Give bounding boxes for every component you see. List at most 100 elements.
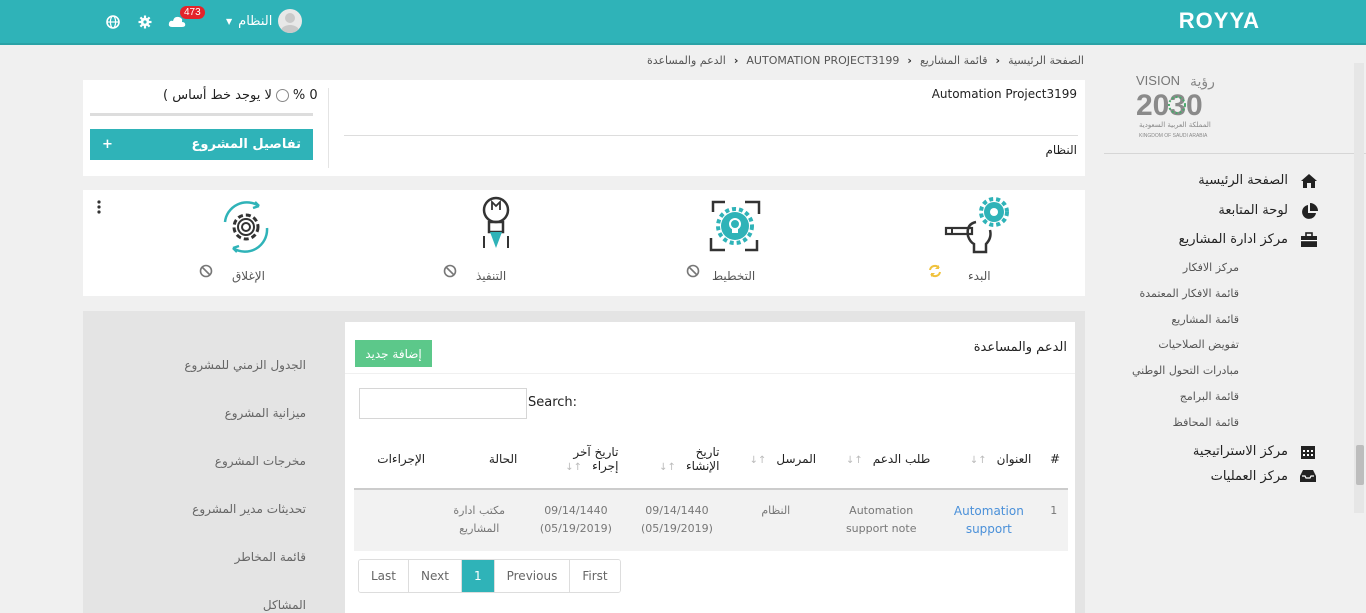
column-header-request[interactable]: طلب الدعم↑↓ bbox=[824, 430, 939, 490]
notification-badge: 473 bbox=[180, 6, 205, 19]
calendar-icon bbox=[1300, 444, 1318, 462]
project-menu-item-timeline[interactable]: الجدول الزمني للمشروع bbox=[184, 358, 306, 372]
project-menu-item-issues[interactable]: المشاكل bbox=[263, 598, 306, 612]
logo-ar: رؤية bbox=[1190, 74, 1215, 90]
gear-lightbulb-icon[interactable] bbox=[944, 192, 1012, 260]
sidebar-subitem-approved-ideas[interactable]: قائمة الافكار المعتمدة bbox=[1139, 287, 1239, 300]
cell-number: 1 bbox=[1039, 489, 1068, 551]
column-header-created[interactable]: تاريخ الإنشاء↑↓ bbox=[626, 430, 728, 490]
user-menu[interactable]: ▼ النظام bbox=[226, 9, 303, 33]
gear-icon[interactable] bbox=[136, 13, 154, 31]
column-header-title[interactable]: العنوان↑↓ bbox=[938, 430, 1040, 490]
top-bar: ROYYA 473 ▼ النظام bbox=[0, 0, 1366, 45]
project-owner: النظام bbox=[1045, 143, 1077, 157]
cell-created: 09/14/1440 (05/19/2019) bbox=[626, 489, 728, 551]
vision-2030-logo: VISION رؤية 2030 المملكة العربية السعودي… bbox=[1136, 69, 1236, 141]
sidebar-item-projects-center[interactable]: مركز ادارة المشاريع bbox=[1179, 232, 1317, 247]
svg-text:المملكة العربية السعودية: المملكة العربية السعودية bbox=[1139, 121, 1211, 129]
sidebar-scroll-thumb[interactable] bbox=[1356, 445, 1364, 485]
sidebar-subitem-portfolios[interactable]: قائمة المحافظ bbox=[1173, 416, 1239, 429]
breadcrumb-current: الدعم والمساعدة bbox=[646, 54, 726, 67]
gear-cycle-icon[interactable] bbox=[211, 192, 279, 260]
sidebar-item-label: الصفحة الرئيسية bbox=[1198, 173, 1288, 188]
pager-next[interactable]: Next bbox=[409, 560, 462, 592]
sidebar-item-home[interactable]: الصفحة الرئيسية bbox=[1198, 173, 1317, 188]
baseline-radio[interactable] bbox=[275, 89, 289, 102]
pagination: Last Next 1 Previous First bbox=[358, 559, 621, 593]
sidebar: VISION رؤية 2030 المملكة العربية السعودي… bbox=[1104, 45, 1366, 613]
project-menu-item-budget[interactable]: ميزانية المشروع bbox=[225, 406, 306, 420]
caret-down-icon: ▼ bbox=[226, 16, 233, 26]
sidebar-item-label: لوحة المتابعة bbox=[1218, 203, 1288, 218]
project-menu: الجدول الزمني للمشروع ميزانية المشروع مخ… bbox=[83, 311, 333, 613]
disabled-icon bbox=[443, 264, 457, 278]
column-header-status[interactable]: الحالة bbox=[433, 430, 526, 490]
sort-icon: ↑↓ bbox=[969, 455, 987, 466]
pie-chart-icon bbox=[1300, 203, 1318, 221]
baseline-percent: 0 % bbox=[292, 88, 318, 103]
phase-label-execution: التنفيذ bbox=[476, 269, 507, 283]
column-header-number[interactable]: # bbox=[1039, 430, 1068, 490]
project-menu-item-risks[interactable]: قائمة المخاطر bbox=[235, 550, 306, 564]
chevron-left-icon: ‹ bbox=[907, 54, 912, 67]
column-header-last-action[interactable]: تاريخ آخر إجراء↑↓ bbox=[525, 430, 627, 490]
table-header-row: # العنوان↑↓ طلب الدعم↑↓ المرسل↑↓ تاريخ ا… bbox=[354, 430, 1068, 490]
baseline-progress-bar bbox=[90, 113, 313, 116]
cell-request: Automation support note bbox=[824, 489, 939, 551]
cell-status: مكتب ادارة المشاريع bbox=[433, 489, 526, 551]
divider bbox=[344, 135, 1078, 136]
brand-logo[interactable]: ROYYA bbox=[1179, 8, 1260, 34]
pager-previous[interactable]: Previous bbox=[494, 560, 571, 592]
breadcrumb-home[interactable]: الصفحة الرئيسية bbox=[1008, 54, 1084, 67]
breadcrumb: الصفحة الرئيسية ‹ قائمة المشاريع ‹ AUTOM… bbox=[647, 54, 1084, 67]
svg-text:KINGDOM OF SAUDI ARABIA: KINGDOM OF SAUDI ARABIA bbox=[1139, 133, 1208, 139]
sort-icon: ↑↓ bbox=[659, 462, 676, 473]
globe-icon[interactable] bbox=[104, 13, 122, 31]
project-details-label: تفاصيل المشروع bbox=[191, 137, 301, 152]
pager-first[interactable]: First bbox=[570, 560, 620, 592]
more-options-icon[interactable] bbox=[96, 200, 102, 214]
sidebar-subitem-initiatives[interactable]: مبادرات التحول الوطني bbox=[1132, 364, 1239, 377]
sidebar-subitem-projects-list[interactable]: قائمة المشاريع bbox=[1171, 313, 1239, 326]
notifications-button[interactable]: 473 bbox=[168, 6, 205, 31]
cell-title-link[interactable]: Automation support bbox=[938, 489, 1040, 551]
chevron-left-icon: ‹ bbox=[995, 54, 1001, 67]
baseline-text: لا يوجد خط أساس ) bbox=[163, 88, 272, 103]
pager-page-1[interactable]: 1 bbox=[461, 560, 495, 592]
project-details-button[interactable]: + تفاصيل المشروع bbox=[90, 129, 313, 160]
column-header-sender[interactable]: المرسل↑↓ bbox=[727, 430, 825, 490]
support-card: الدعم والمساعدة إضافة جديد Search: # الع… bbox=[345, 322, 1075, 613]
breadcrumb-project[interactable]: AUTOMATION PROJECT3199 bbox=[746, 54, 899, 67]
project-name: Automation Project3199 bbox=[931, 87, 1077, 101]
phase-label-initiation: البدء bbox=[968, 269, 991, 283]
sidebar-subitem-programs[interactable]: قائمة البرامج bbox=[1180, 390, 1239, 403]
user-name: النظام bbox=[238, 13, 273, 29]
sidebar-item-strategy-center[interactable]: مركز الاستراتيجية bbox=[1192, 444, 1315, 459]
cycle-gear-icon[interactable] bbox=[701, 192, 769, 260]
rocket-bulb-icon[interactable] bbox=[462, 192, 530, 260]
sidebar-item-dashboard[interactable]: لوحة المتابعة bbox=[1218, 203, 1318, 219]
project-phases-panel: الإغلاق التنفيذ التخطيط البدء bbox=[83, 190, 1085, 296]
sort-icon: ↑↓ bbox=[846, 455, 863, 466]
breadcrumb-projects[interactable]: قائمة المشاريع bbox=[920, 54, 988, 67]
baseline-status: 0 % لا يوجد خط أساس ) bbox=[163, 88, 318, 103]
sidebar-item-label: مركز الاستراتيجية bbox=[1192, 444, 1288, 459]
sidebar-subitem-ideas-center[interactable]: مركز الافكار bbox=[1183, 261, 1239, 274]
top-icons: 473 bbox=[104, 6, 205, 34]
sidebar-item-operations-center[interactable]: مركز العمليات bbox=[1210, 469, 1316, 484]
search-input[interactable] bbox=[359, 388, 527, 419]
card-header: الدعم والمساعدة إضافة جديد bbox=[345, 322, 1075, 374]
divider bbox=[328, 88, 329, 168]
sidebar-divider bbox=[1104, 153, 1366, 154]
card-title: الدعم والمساعدة bbox=[973, 340, 1067, 355]
pager-last[interactable]: Last bbox=[359, 560, 409, 592]
sidebar-item-label: مركز العمليات bbox=[1210, 469, 1288, 484]
add-new-button[interactable]: إضافة جديد bbox=[355, 340, 432, 367]
disabled-icon bbox=[686, 264, 700, 278]
project-menu-item-manager-updates[interactable]: تحديثات مدير المشروع bbox=[192, 502, 306, 516]
sidebar-subitem-delegation[interactable]: تفويض الصلاحيات bbox=[1158, 338, 1239, 351]
project-menu-item-deliverables[interactable]: مخرجات المشروع bbox=[215, 454, 306, 468]
avatar bbox=[278, 9, 303, 33]
home-icon bbox=[1300, 173, 1318, 191]
phase-label-closing: الإغلاق bbox=[232, 269, 265, 283]
